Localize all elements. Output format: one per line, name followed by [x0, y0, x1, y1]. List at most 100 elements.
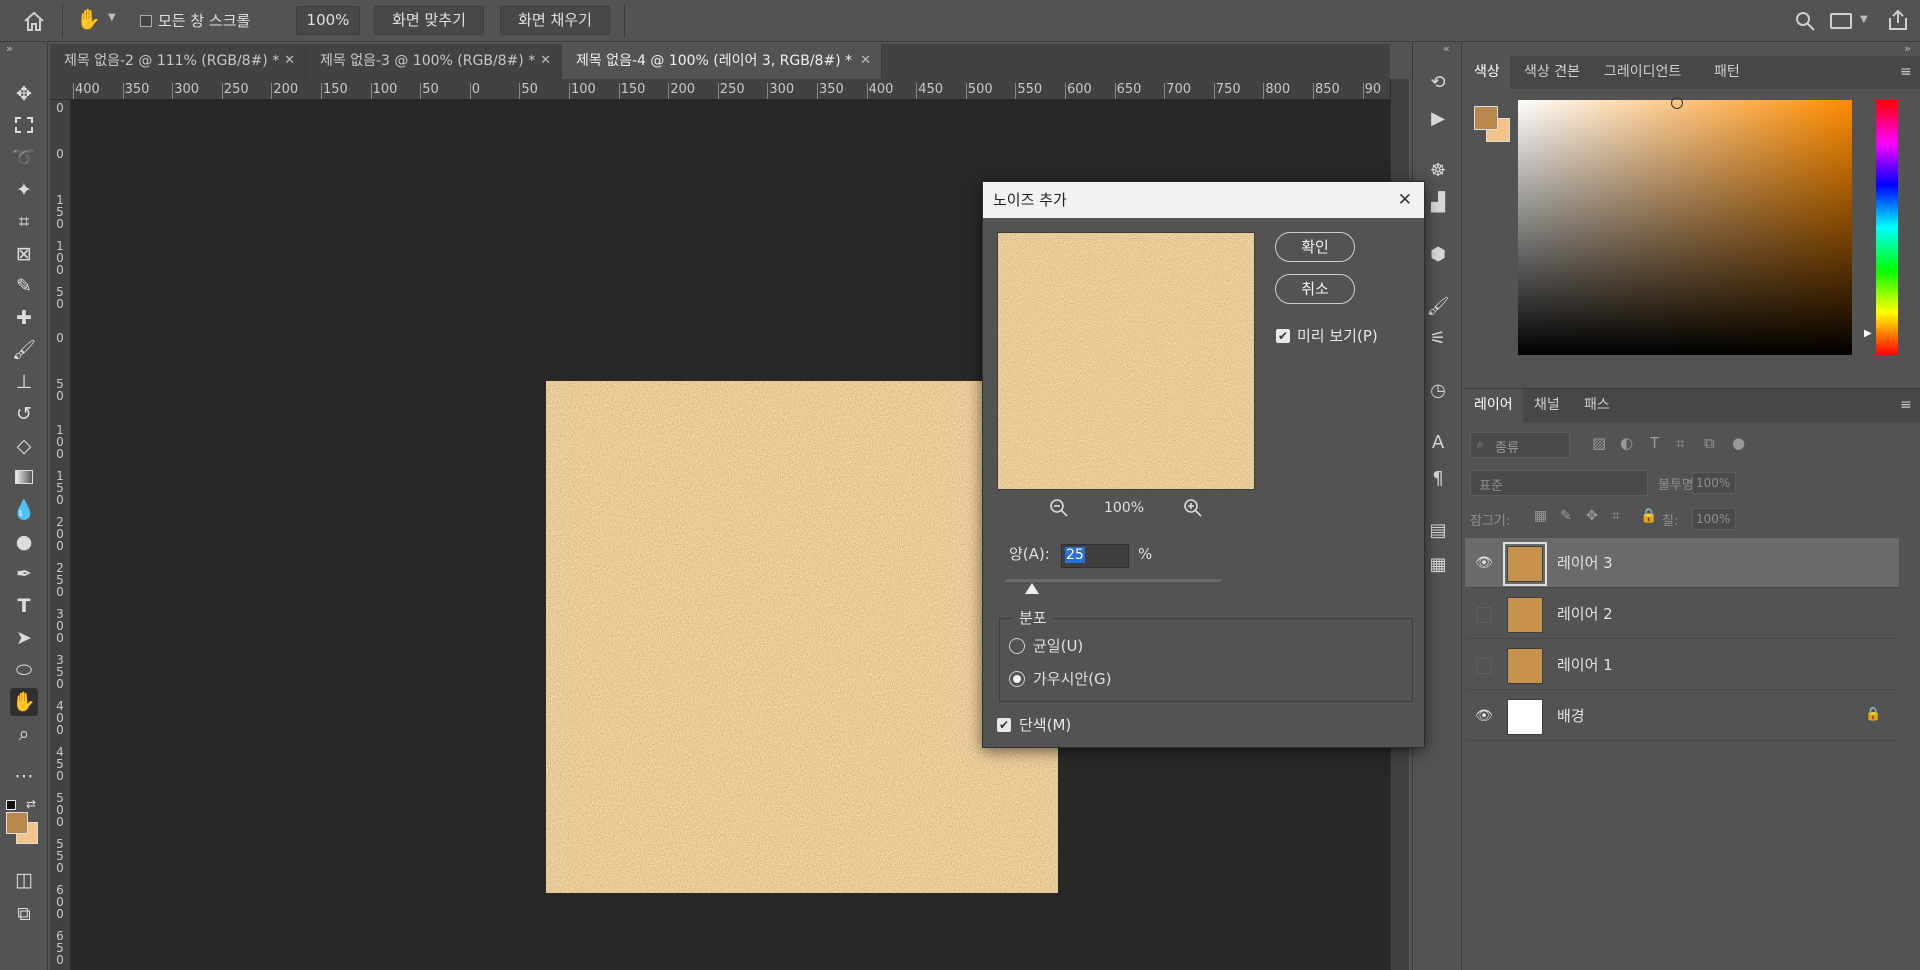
tab-gradients[interactable]: 그레이디언트 — [1594, 56, 1691, 89]
tab-swatches[interactable]: 색상 견본 — [1514, 56, 1590, 89]
crop-tool-icon[interactable]: ⌗ — [10, 208, 38, 236]
tab-document-3[interactable]: 제목 없음-3 @ 100% (RGB/8#) * ✕ — [306, 44, 562, 79]
lock-transparent-icon[interactable]: ▦ — [1534, 508, 1547, 524]
brush-tool-icon[interactable]: 🖌 — [10, 336, 38, 364]
panel-foreground-swatch[interactable] — [1474, 106, 1498, 130]
color-picker-cursor[interactable] — [1671, 97, 1683, 109]
filter-toggle-icon[interactable]: ● — [1732, 434, 1745, 452]
tab-document-4[interactable]: 제목 없음-4 @ 100% (레이어 3, RGB/8#) * ✕ — [562, 44, 882, 79]
healing-brush-tool-icon[interactable]: ✚ — [10, 304, 38, 332]
lock-position-icon[interactable]: ✥ — [1586, 508, 1598, 524]
timeline-panel-icon[interactable]: ◷ — [1425, 378, 1451, 404]
more-tools-icon[interactable]: ⋯ — [10, 762, 38, 790]
preview-checkbox[interactable]: ✔ — [1276, 329, 1290, 343]
fill-screen-button[interactable]: 화면 채우기 — [500, 6, 610, 35]
zoom-value-field[interactable]: 100% — [296, 6, 360, 35]
actions-panel-icon[interactable]: ▶ — [1425, 106, 1451, 132]
hue-slider-handle[interactable]: ▶ — [1864, 328, 1872, 339]
zoom-out-icon[interactable] — [1049, 498, 1069, 518]
chevron-down-icon[interactable]: ▼ — [1860, 14, 1868, 25]
character-panel-icon[interactable]: A — [1425, 430, 1451, 456]
move-tool-icon[interactable]: ✥ — [10, 80, 38, 108]
close-icon[interactable]: ✕ — [540, 44, 551, 78]
hand-tool-icon[interactable]: ✋ — [10, 688, 38, 716]
share-icon[interactable] — [1886, 8, 1910, 32]
hand-tool-icon[interactable]: ✋ — [76, 7, 101, 31]
opacity-input[interactable]: 100% — [1692, 472, 1736, 494]
path-selection-tool-icon[interactable]: ➤ — [10, 624, 38, 652]
history-brush-tool-icon[interactable]: ↺ — [10, 400, 38, 428]
zoom-in-icon[interactable] — [1183, 498, 1203, 518]
libraries-panel-icon[interactable]: ▤ — [1425, 518, 1451, 544]
blur-tool-icon[interactable]: 💧 — [10, 496, 38, 524]
uniform-radio[interactable] — [1009, 638, 1025, 654]
amount-slider-track[interactable] — [1005, 579, 1221, 582]
blend-mode-select[interactable]: 표준 — [1470, 470, 1648, 496]
swap-colors-icon[interactable]: ⇄ — [26, 797, 36, 811]
fit-screen-button[interactable]: 화면 맞추기 — [374, 6, 484, 35]
close-icon[interactable]: ✕ — [860, 44, 871, 78]
filter-type-icon[interactable]: T — [1650, 434, 1659, 452]
color-field[interactable] — [1518, 100, 1852, 355]
gradient-tool-icon[interactable] — [10, 464, 38, 492]
magic-wand-tool-icon[interactable]: ✦ — [10, 176, 38, 204]
chevron-down-icon[interactable]: ▼ — [108, 12, 116, 23]
marquee-tool-icon[interactable] — [10, 112, 38, 140]
eye-icon[interactable]: 👁 — [1475, 555, 1493, 571]
default-colors-icon[interactable] — [6, 800, 16, 810]
collapse-arrows-icon[interactable]: » — [6, 42, 13, 55]
noise-preview[interactable] — [997, 232, 1255, 490]
paragraph-panel-icon[interactable]: ¶ — [1425, 466, 1451, 492]
panel-menu-icon[interactable]: ≡ — [1900, 397, 1912, 413]
lasso-tool-icon[interactable]: ➰ — [10, 144, 38, 172]
dialog-title-bar[interactable]: 노이즈 추가 ✕ — [983, 182, 1424, 218]
zoom-tool-icon[interactable]: ⌕ — [10, 720, 38, 748]
gaussian-radio[interactable] — [1009, 671, 1025, 687]
background-color-swatch[interactable] — [6, 812, 28, 834]
eye-icon[interactable]: 👁 — [1475, 708, 1493, 724]
type-tool-icon[interactable]: T — [10, 592, 38, 620]
tab-paths[interactable]: 패스 — [1574, 389, 1620, 422]
history-panel-icon[interactable]: ⟲ — [1425, 70, 1451, 96]
filter-adjustment-icon[interactable]: ◐ — [1620, 434, 1633, 452]
panel-menu-icon[interactable]: ≡ — [1900, 64, 1912, 80]
collapse-arrows-icon[interactable]: « — [1443, 42, 1450, 55]
tab-color[interactable]: 색상 — [1464, 56, 1510, 89]
collapse-arrows-icon[interactable]: » — [1904, 42, 1911, 55]
scroll-all-checkbox[interactable] — [140, 15, 152, 27]
amount-slider-thumb[interactable] — [1025, 583, 1039, 594]
tab-patterns[interactable]: 패턴 — [1704, 56, 1750, 89]
ok-button[interactable]: 확인 — [1275, 232, 1355, 262]
histogram-panel-icon[interactable]: ▟ — [1425, 190, 1451, 216]
layer-row[interactable]: 👁 레이어 3 — [1465, 538, 1899, 588]
workspace-icon[interactable] — [1830, 13, 1852, 29]
quick-mask-icon[interactable]: ◫ — [10, 866, 38, 894]
lock-all-icon[interactable]: 🔒 — [1640, 508, 1657, 524]
tab-layers[interactable]: 레이어 — [1464, 389, 1523, 422]
lock-artboard-icon[interactable]: ⌗ — [1612, 508, 1620, 524]
amount-input[interactable]: 25 — [1061, 544, 1129, 568]
eyedropper-tool-icon[interactable]: ✎ — [10, 272, 38, 300]
filter-shape-icon[interactable]: ⌗ — [1676, 434, 1684, 452]
navigator-panel-icon[interactable]: ☸ — [1425, 158, 1451, 184]
adjustments-panel-icon[interactable]: ⚟ — [1425, 326, 1451, 352]
layer-row[interactable]: 레이어 1 — [1465, 640, 1899, 690]
layer-row[interactable]: 👁 배경 🔒 — [1465, 691, 1899, 741]
pen-tool-icon[interactable]: ✒ — [10, 560, 38, 588]
brush-settings-icon[interactable]: 🖌 — [1425, 294, 1451, 320]
frame-tool-icon[interactable]: ⊠ — [10, 240, 38, 268]
layer-filter-select[interactable]: ⌕ 종류 — [1470, 432, 1570, 458]
close-icon[interactable]: ✕ — [1398, 182, 1412, 218]
eraser-tool-icon[interactable]: ◇ — [10, 432, 38, 460]
fill-input[interactable]: 100% — [1692, 508, 1736, 530]
layer-row[interactable]: 레이어 2 — [1465, 589, 1899, 639]
ellipse-tool-icon[interactable]: ⬭ — [10, 656, 38, 684]
3d-panel-icon[interactable]: ⬢ — [1425, 242, 1451, 268]
home-icon[interactable] — [22, 10, 46, 32]
filter-pixel-icon[interactable]: ▨ — [1592, 434, 1606, 452]
visibility-toggle[interactable] — [1476, 658, 1492, 674]
hue-slider[interactable] — [1876, 100, 1898, 355]
notes-panel-icon[interactable]: ▦ — [1425, 552, 1451, 578]
close-icon[interactable]: ✕ — [284, 44, 295, 78]
screen-mode-icon[interactable]: ⧉ — [10, 900, 38, 928]
